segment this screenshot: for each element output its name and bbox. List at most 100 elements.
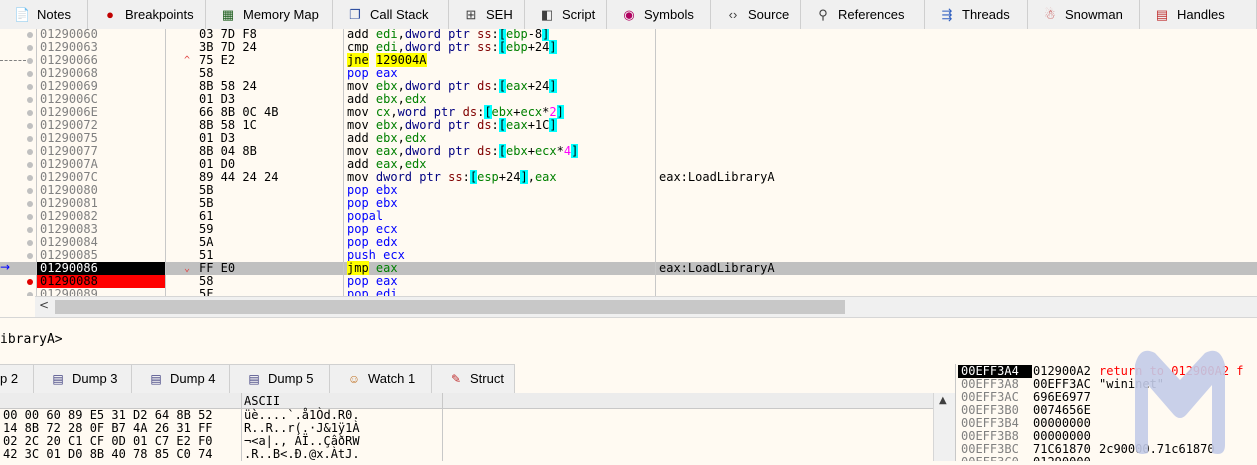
breakpoint-dot-icon[interactable] [27, 32, 33, 38]
breakpoint-dot-icon[interactable] [27, 123, 33, 129]
gutter[interactable] [0, 275, 36, 288]
scroll-up-icon[interactable]: ▲ [939, 395, 947, 406]
breakpoint-dot-icon[interactable] [27, 188, 33, 194]
disasm-row[interactable]: 01290077 8B 04 8B mov eax,dword ptr ds:[eb… [0, 144, 1257, 158]
disasm-row[interactable]: 0129007A 01 D0 add eax,edx [0, 158, 1257, 171]
tab-dump-5[interactable]: ▤ Dump 5 [230, 365, 330, 393]
disasm-row[interactable]: 01290066 75 E2 ^ jne 129004A [0, 53, 1257, 67]
disasm-row[interactable]: 0129007C 89 44 24 24 mov dword ptr ss:[esp… [0, 170, 1257, 184]
disasm-row[interactable]: 01290085 51 push ecx [0, 249, 1257, 262]
gutter[interactable] [0, 210, 36, 223]
gutter[interactable] [0, 119, 36, 132]
scroll-thumb[interactable] [55, 300, 845, 314]
disasm-row[interactable]: 01290068 58 pop eax [0, 67, 1257, 80]
tab-breakpoints[interactable]: ● Breakpoints [88, 0, 206, 29]
gutter[interactable] [0, 132, 36, 145]
tab-call-stack[interactable]: ❐ Call Stack [333, 0, 449, 29]
bytes: 5A [199, 235, 214, 249]
disasm-row[interactable]: 01290063 3B 7D 24 cmp edi,dword ptr ss:[eb… [0, 40, 1257, 54]
tab-seh[interactable]: ⊞ SEH [449, 0, 525, 29]
breakpoint-dot-icon[interactable] [27, 149, 33, 155]
gutter[interactable] [0, 184, 36, 197]
breakpoint-dot-icon[interactable] [27, 162, 33, 168]
breakpoint-dot-icon[interactable] [27, 58, 33, 64]
disasm-row[interactable]: 01290075 01 D3 add ebx,edx [0, 132, 1257, 145]
dump-ascii[interactable]: .R..B<.Ð.@x.ÀtJ. [244, 448, 444, 461]
gutter[interactable] [0, 80, 36, 93]
tab-snowman[interactable]: ☃ Snowman [1028, 0, 1140, 29]
instruction[interactable]: pop edi [343, 288, 655, 297]
disasm-row[interactable]: 0129006C 01 D3 add ebx,edx [0, 93, 1257, 106]
disasm-row[interactable]: 01290081 5B pop ebx [0, 197, 1257, 210]
ascii-column-header[interactable]: ASCII [244, 394, 280, 408]
tab-label: Dump 4 [170, 371, 216, 386]
disasm-row[interactable]: 01290080 5B pop ebx [0, 184, 1257, 197]
tab-source[interactable]: ‹› Source [711, 0, 801, 29]
tab-p-2[interactable]: p 2 [0, 365, 34, 393]
tab-dump-4[interactable]: ▤ Dump 4 [132, 365, 230, 393]
dump-view[interactable]: ASCII 00 00 60 89 E5 31 D2 64 8B 52 üè...… [0, 393, 955, 461]
breakpoint-dot-icon[interactable] [27, 279, 33, 285]
breakpoint-dot-icon[interactable] [27, 227, 33, 233]
disasm-row[interactable]: 01290089 5F pop edi [0, 288, 1257, 296]
stack-address[interactable]: 00EFF3C0 [958, 456, 1032, 462]
bytes-divider [343, 29, 344, 296]
breakpoint-dot-icon[interactable] [27, 45, 33, 51]
breakpoint-dot-icon[interactable] [27, 84, 33, 90]
gutter[interactable] [0, 145, 36, 158]
tab-script[interactable]: ◧ Script [525, 0, 607, 29]
breakpoint-dot-icon[interactable] [27, 136, 33, 142]
dump-hex[interactable]: 42 3C 01 D0 8B 40 78 85 C0 74 [3, 448, 241, 461]
breakpoint-dot-icon[interactable] [27, 71, 33, 77]
tab-struct[interactable]: ✎ Struct [432, 365, 515, 393]
gutter[interactable] [0, 93, 36, 106]
disasm-row[interactable]: 01290088 58 pop eax [0, 275, 1257, 288]
gutter[interactable] [0, 288, 36, 296]
gutter[interactable] [0, 236, 36, 249]
gutter[interactable] [0, 67, 36, 80]
gutter[interactable] [0, 223, 36, 236]
instruction-divider [655, 29, 656, 296]
gutter[interactable] [0, 106, 36, 119]
disasm-row[interactable]: 01290060 03 7D F8 add edi,dword ptr ss:[eb… [0, 29, 1257, 41]
breakpoint-dot-icon[interactable] [27, 110, 33, 116]
gutter[interactable] [0, 158, 36, 171]
tab-handles[interactable]: ▤ Handles [1140, 0, 1257, 29]
disasm-row[interactable]: 0129006E 66 8B 0C 4B mov cx,word ptr ds:[e… [0, 105, 1257, 119]
gutter[interactable] [0, 54, 36, 67]
disasm-row[interactable]: 01290084 5A pop edx [0, 236, 1257, 249]
tab-memory-map[interactable]: ▦ Memory Map [206, 0, 333, 29]
gutter[interactable] [0, 29, 36, 41]
disasm-row[interactable]: 01290069 8B 58 24 mov ebx,dword ptr ds:[ea… [0, 79, 1257, 93]
tab-dump-3[interactable]: ▤ Dump 3 [34, 365, 132, 393]
breakpoint-dot-icon[interactable] [27, 253, 33, 259]
disasm-row[interactable]: 01290072 8B 58 1C mov ebx,dword ptr ds:[ea… [0, 118, 1257, 132]
horizontal-scrollbar[interactable]: < [35, 296, 1257, 317]
disasm-row[interactable]: 01290082 61 popal [0, 210, 1257, 223]
address[interactable]: 01290089 [37, 288, 165, 297]
breakpoint-dot-icon[interactable] [27, 266, 33, 272]
scroll-left-icon[interactable]: < [39, 298, 49, 312]
tab-threads[interactable]: ⇶ Threads [925, 0, 1028, 29]
tab-symbols[interactable]: ◉ Symbols [607, 0, 711, 29]
breakpoint-dot-icon[interactable] [27, 201, 33, 207]
disasm-row[interactable]: 01290083 59 pop ecx [0, 223, 1257, 236]
gutter[interactable] [0, 197, 36, 210]
breakpoint-dot-icon[interactable] [27, 292, 33, 296]
disasm-row[interactable]: → 01290086 FF E0 ⌄ jmp eax eax:LoadLibraryA [0, 261, 1257, 275]
gutter[interactable] [0, 41, 36, 54]
dump-vertical-scrollbar[interactable]: ▲ [933, 393, 955, 461]
tab-notes[interactable]: 📄 Notes [0, 0, 88, 29]
dump-icon: ▤ [248, 372, 260, 386]
breakpoint-dot-icon[interactable] [27, 97, 33, 103]
tab-references[interactable]: ⚲ References [801, 0, 925, 29]
instruction[interactable]: pop ebx [343, 197, 655, 210]
disassembly-view[interactable]: 01290060 03 7D F8 add edi,dword ptr ss:[eb… [0, 29, 1257, 296]
breakpoint-dot-icon[interactable] [27, 214, 33, 220]
stack-value[interactable]: 01290000 [1033, 456, 1099, 462]
breakpoint-dot-icon[interactable] [27, 175, 33, 181]
breakpoint-dot-icon[interactable] [27, 240, 33, 246]
gutter[interactable]: → [0, 261, 36, 275]
tab-watch-1[interactable]: ☺ Watch 1 [330, 365, 432, 393]
gutter[interactable] [0, 171, 36, 184]
